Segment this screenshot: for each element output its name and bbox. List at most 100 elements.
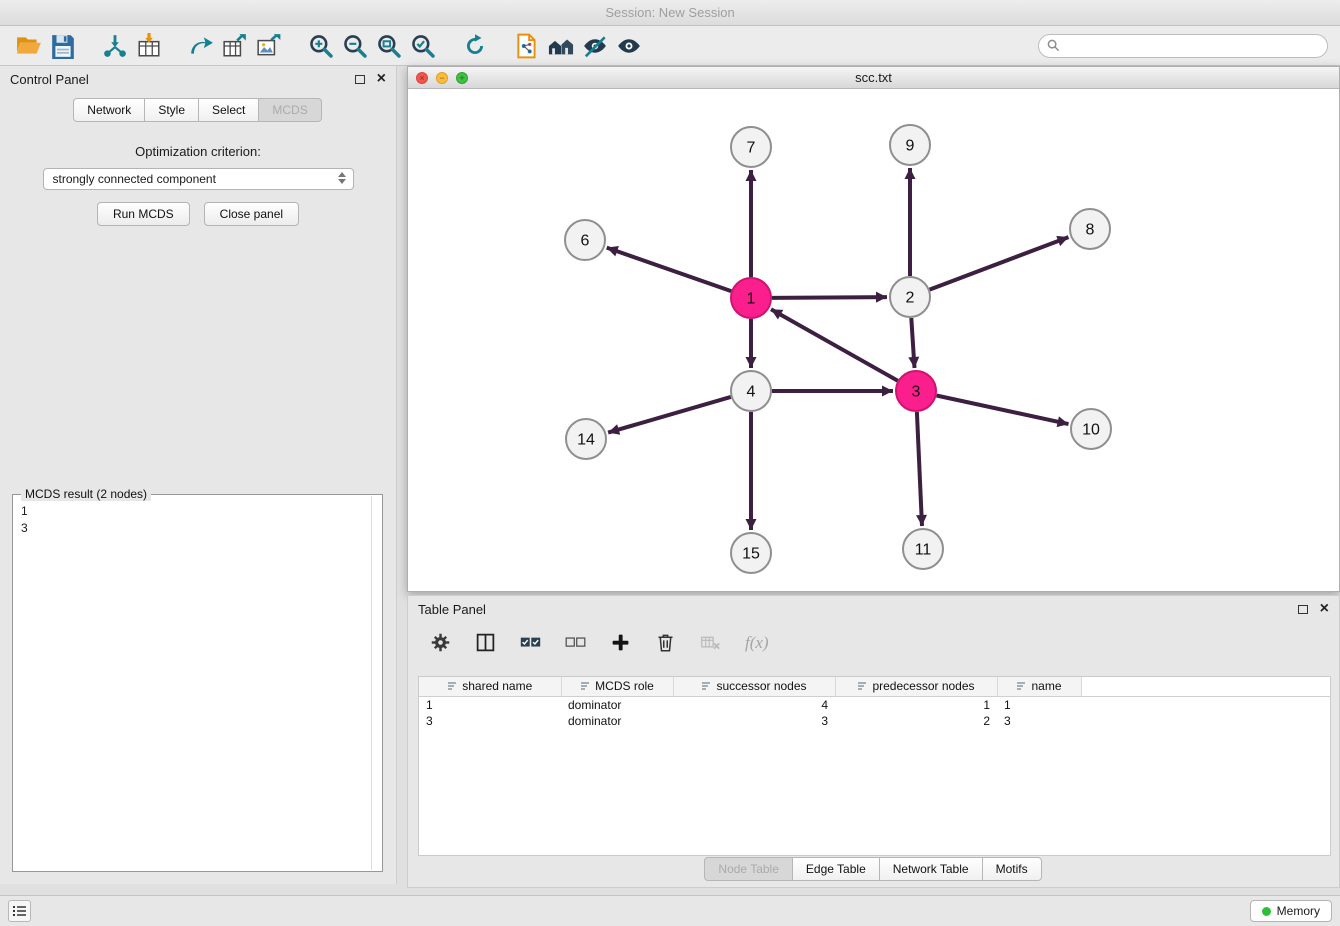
node-14[interactable]: 14 — [566, 419, 606, 459]
apply-layout-icon[interactable] — [458, 30, 492, 62]
node-6[interactable]: 6 — [565, 220, 605, 260]
cell-shared-name[interactable]: 3 — [419, 713, 561, 729]
edge-1-2[interactable] — [772, 297, 887, 298]
network-canvas[interactable]: 7 9 6 8 1 2 4 3 14 10 15 11 — [408, 89, 1339, 591]
control-panel-title: Control Panel — [10, 72, 89, 87]
cell-mcds-role[interactable]: dominator — [561, 696, 673, 713]
column-header-successor-nodes[interactable]: successor nodes — [673, 677, 835, 696]
cell-name[interactable]: 3 — [997, 713, 1081, 729]
tab-network-table[interactable]: Network Table — [879, 857, 983, 881]
import-table-icon[interactable] — [132, 30, 166, 62]
cell-predecessor-nodes[interactable]: 1 — [835, 696, 997, 713]
memory-button[interactable]: Memory — [1250, 900, 1332, 922]
mcds-result-list[interactable]: 1 3 — [13, 495, 382, 545]
column-menu-icon — [580, 681, 590, 691]
export-table-icon[interactable] — [218, 30, 252, 62]
criterion-dropdown[interactable]: strongly connected component — [43, 168, 354, 190]
column-header-name[interactable]: name — [997, 677, 1081, 696]
node-15[interactable]: 15 — [731, 533, 771, 573]
tab-node-table[interactable]: Node Table — [704, 857, 793, 881]
open-file-icon[interactable] — [12, 30, 46, 62]
optimization-criterion-label: Optimization criterion: — [0, 144, 396, 159]
cell-shared-name[interactable]: 1 — [419, 696, 561, 713]
column-header-mcds-role[interactable]: MCDS role — [561, 677, 673, 696]
tab-edge-table[interactable]: Edge Table — [792, 857, 880, 881]
close-panel-button[interactable]: Close panel — [204, 202, 299, 226]
search-field[interactable] — [1038, 34, 1328, 58]
column-menu-icon — [447, 681, 457, 691]
network-window-titlebar[interactable]: scc.txt — [408, 67, 1339, 89]
float-panel-icon[interactable] — [355, 75, 365, 84]
node-7[interactable]: 7 — [731, 127, 771, 167]
node-11[interactable]: 11 — [903, 529, 943, 569]
add-column-icon[interactable] — [610, 632, 631, 653]
tab-motifs[interactable]: Motifs — [982, 857, 1042, 881]
tab-mcds[interactable]: MCDS — [258, 98, 321, 122]
table-row[interactable]: 1 dominator 4 1 1 — [419, 696, 1330, 713]
dropdown-arrows-icon — [338, 172, 346, 184]
tab-select[interactable]: Select — [198, 98, 259, 122]
manage-networks-icon[interactable] — [510, 30, 544, 62]
node-4[interactable]: 4 — [731, 371, 771, 411]
style-preview-icon[interactable] — [578, 30, 612, 62]
table-row[interactable]: 3 dominator 3 2 3 — [419, 713, 1330, 729]
node-label: 10 — [1082, 422, 1100, 439]
column-header-shared-name[interactable]: shared name — [419, 677, 561, 696]
node-8[interactable]: 8 — [1070, 209, 1110, 249]
delete-column-icon[interactable] — [655, 632, 676, 653]
column-header-predecessor-nodes[interactable]: predecessor nodes — [835, 677, 997, 696]
zoom-out-icon[interactable] — [338, 30, 372, 62]
cell-successor-nodes[interactable]: 3 — [673, 713, 835, 729]
close-table-panel-icon[interactable]: × — [1320, 601, 1329, 617]
delete-table-icon — [700, 632, 721, 653]
zoom-in-icon[interactable] — [304, 30, 338, 62]
node-3[interactable]: 3 — [896, 371, 936, 411]
cell-name[interactable]: 1 — [997, 696, 1081, 713]
network-overview-icon[interactable] — [544, 30, 578, 62]
zoom-window-icon[interactable] — [456, 72, 468, 84]
traffic-lights — [416, 72, 468, 84]
edge-3-1[interactable] — [771, 309, 898, 380]
edge-3-10[interactable] — [937, 396, 1069, 425]
node-label: 15 — [742, 546, 760, 563]
edge-2-3[interactable] — [911, 318, 914, 368]
show-graphics-details-icon[interactable] — [612, 30, 646, 62]
mcds-result-box: MCDS result (2 nodes) 1 3 — [12, 494, 383, 872]
node-2[interactable]: 2 — [890, 277, 930, 317]
tab-style[interactable]: Style — [144, 98, 199, 122]
save-session-icon[interactable] — [46, 30, 80, 62]
cell-mcds-role[interactable]: dominator — [561, 713, 673, 729]
edge-2-8[interactable] — [930, 237, 1069, 290]
cell-successor-nodes[interactable]: 4 — [673, 696, 835, 713]
node-10[interactable]: 10 — [1071, 409, 1111, 449]
node-1[interactable]: 1 — [731, 278, 771, 318]
float-table-panel-icon[interactable] — [1298, 605, 1308, 614]
import-network-icon[interactable] — [98, 30, 132, 62]
table-settings-gear-icon[interactable] — [430, 632, 451, 653]
close-window-icon[interactable] — [416, 72, 428, 84]
show-columns-icon[interactable] — [475, 632, 496, 653]
run-mcds-button[interactable]: Run MCDS — [97, 202, 190, 226]
main-toolbar — [0, 26, 1340, 66]
search-input[interactable] — [1065, 39, 1319, 53]
node-label: 6 — [581, 233, 590, 250]
task-history-button[interactable] — [8, 900, 31, 922]
select-all-rows-icon[interactable] — [520, 632, 541, 653]
minimize-window-icon[interactable] — [436, 72, 448, 84]
network-window-title: scc.txt — [855, 70, 892, 85]
node-9[interactable]: 9 — [890, 125, 930, 165]
control-panel-tabs: Network Style Select MCDS — [0, 98, 396, 122]
edge-1-6[interactable] — [607, 248, 732, 292]
export-network-icon[interactable] — [184, 30, 218, 62]
zoom-fit-icon[interactable] — [372, 30, 406, 62]
edge-4-14[interactable] — [608, 397, 731, 433]
network-graph[interactable]: 7 9 6 8 1 2 4 3 14 10 15 11 — [408, 89, 1339, 591]
cell-predecessor-nodes[interactable]: 2 — [835, 713, 997, 729]
edge-3-11[interactable] — [917, 412, 922, 526]
zoom-selected-icon[interactable] — [406, 30, 440, 62]
result-scrollbar[interactable] — [371, 496, 372, 870]
deselect-all-rows-icon[interactable] — [565, 632, 586, 653]
export-image-icon[interactable] — [252, 30, 286, 62]
close-panel-icon[interactable]: × — [377, 71, 386, 87]
tab-network[interactable]: Network — [73, 98, 145, 122]
